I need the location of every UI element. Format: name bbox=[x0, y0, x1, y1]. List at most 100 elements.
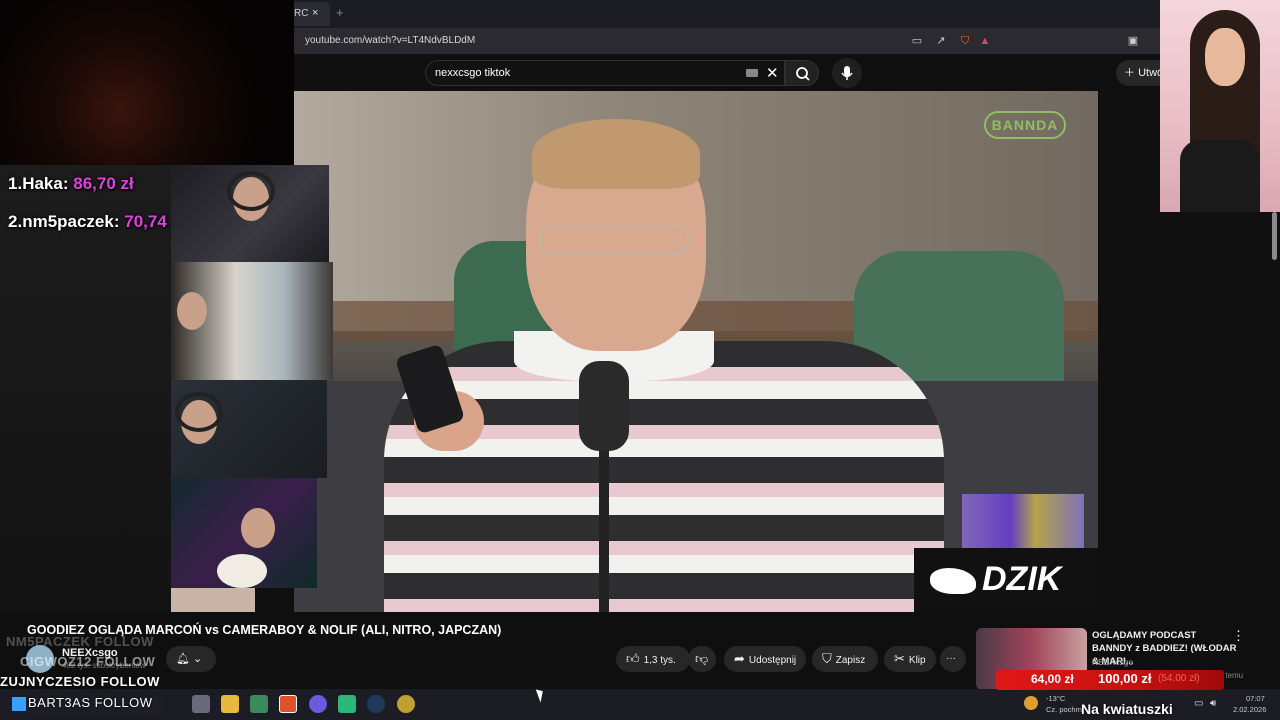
dog bbox=[217, 554, 267, 588]
save-button[interactable]: ⛉ Zapisz bbox=[812, 646, 878, 672]
search-query: nexxcsgo tiktok bbox=[435, 67, 511, 79]
headphones bbox=[175, 392, 223, 432]
chevron-down-icon: ⌄ bbox=[193, 653, 203, 665]
scissors-icon: ✂ bbox=[894, 651, 905, 666]
donation-amount: 100,00 zł bbox=[1098, 671, 1152, 686]
app-icon[interactable] bbox=[397, 695, 415, 713]
follow-alert: ZUJNYCZESIO FOLLOW bbox=[0, 674, 160, 689]
bell-icon: 🔔︎ bbox=[176, 653, 190, 665]
video-person-hair bbox=[532, 119, 700, 189]
tab-bar: RC × + bbox=[294, 0, 1160, 28]
video-microphone bbox=[579, 361, 629, 451]
donation-amount: (54.00 zł) bbox=[1158, 673, 1200, 684]
donation-amount: 64,00 zł bbox=[1031, 672, 1074, 686]
boar-icon bbox=[930, 568, 976, 594]
browser-tab[interactable]: RC × bbox=[294, 2, 330, 26]
brave-shield-icon[interactable]: ⛉ bbox=[958, 34, 972, 48]
windows-start-icon[interactable] bbox=[12, 697, 26, 711]
search-button[interactable] bbox=[785, 60, 819, 86]
tab-close-icon[interactable]: × bbox=[312, 7, 318, 19]
leader-amount: 86,70 zł bbox=[73, 174, 134, 193]
follow-alert: CIGWOZ12 FOLLOW bbox=[20, 654, 156, 669]
clock-time[interactable]: 07:07 bbox=[1246, 694, 1265, 703]
dislike-button[interactable]: 👎︎ bbox=[688, 646, 716, 672]
more-icon: ··· bbox=[946, 653, 956, 664]
video-person-shirt bbox=[384, 341, 944, 612]
video-person-glasses bbox=[539, 226, 689, 254]
clip-button[interactable]: ✂ Klip bbox=[884, 646, 936, 672]
follow-alert: BART3AS FOLLOW bbox=[28, 695, 153, 710]
steam-icon[interactable] bbox=[367, 695, 385, 713]
pixelated-overlay bbox=[962, 494, 1084, 548]
clip-label: Klip bbox=[908, 655, 926, 666]
more-actions-button[interactable]: ··· bbox=[940, 646, 966, 672]
leaderboard-entry-1: 1.Haka: 86,70 zł bbox=[8, 174, 134, 194]
tab-title: RC bbox=[294, 8, 309, 19]
save-label: Zapisz bbox=[835, 655, 866, 666]
follow-alert: NM5PACZEK FOLLOW bbox=[6, 634, 154, 649]
leader-rank: 2. bbox=[8, 212, 23, 231]
leader-name: nm5paczek: bbox=[22, 212, 120, 231]
guest-top bbox=[1180, 140, 1260, 212]
file-explorer-icon[interactable] bbox=[221, 695, 239, 713]
cast-icon[interactable]: ▭ bbox=[910, 34, 924, 48]
overlay-left-panel bbox=[0, 165, 171, 612]
like-button[interactable]: 👍︎ 1,3 tys. bbox=[616, 646, 690, 672]
leader-rank: 1. bbox=[8, 174, 23, 193]
donation-name: Na kwiatuszki bbox=[1081, 701, 1173, 717]
page-scrollbar[interactable] bbox=[1272, 212, 1277, 260]
share-icon[interactable]: ↗ bbox=[934, 34, 948, 48]
weather-icon[interactable] bbox=[1024, 696, 1038, 710]
streamer-webcam bbox=[0, 0, 294, 165]
voice-search-button[interactable] bbox=[832, 58, 862, 88]
recommended-more-icon[interactable]: ⋮ bbox=[1232, 628, 1245, 644]
like-count: 1,3 tys. bbox=[643, 655, 676, 666]
app-icon[interactable] bbox=[250, 695, 268, 713]
weather-temp: -13°C bbox=[1046, 694, 1066, 703]
participant-cam-1 bbox=[171, 165, 329, 262]
chat-app-icon[interactable] bbox=[338, 695, 356, 713]
sidebar-toggle-icon[interactable]: ▣ bbox=[1126, 34, 1140, 48]
participant-cam-4 bbox=[171, 478, 317, 588]
subscribe-bell-button[interactable]: 🔔︎ ⌄ bbox=[166, 646, 216, 672]
discord-icon[interactable] bbox=[309, 695, 327, 713]
weather-desc: Cz. pochm bbox=[1046, 705, 1082, 714]
dzik-sponsor-logo: DZIK bbox=[914, 548, 1098, 612]
leader-name: Haka: bbox=[22, 174, 69, 193]
video-player[interactable]: BANNDA DZIK bbox=[294, 91, 1098, 612]
participant-head bbox=[241, 508, 275, 548]
address-bar[interactable]: youtube.com/watch?v=LT4NdvBLDdM ▭ ↗ ⛉ ▲ … bbox=[294, 28, 1160, 54]
url-text[interactable]: youtube.com/watch?v=LT4NdvBLDdM bbox=[305, 35, 475, 46]
share-arrow-icon: ➦ bbox=[734, 651, 745, 666]
search-input[interactable]: nexxcsgo tiktok ✕ bbox=[425, 60, 785, 86]
share-label: Udostępnij bbox=[748, 655, 797, 666]
clear-search-icon[interactable]: ✕ bbox=[766, 64, 779, 82]
participant-cam-2 bbox=[171, 262, 333, 380]
recommended-video-channel[interactable]: NEEXcsgo bbox=[1092, 657, 1133, 667]
participant-cam-5 bbox=[171, 588, 255, 612]
plus-icon: ＋ bbox=[1124, 67, 1139, 79]
thumbs-up-icon: 👍︎ bbox=[626, 651, 640, 666]
volume-icon[interactable]: 🔊︎ bbox=[1210, 698, 1216, 709]
video-mic-stand bbox=[599, 441, 609, 612]
keyboard-icon[interactable] bbox=[746, 69, 758, 77]
clock-date[interactable]: 2.02.2026 bbox=[1233, 705, 1266, 714]
sponsor-text: DZIK bbox=[982, 560, 1062, 598]
brave-rewards-icon[interactable]: ▲ bbox=[978, 34, 992, 48]
screen: RC × + youtube.com/watch?v=LT4NdvBLDdM ▭… bbox=[0, 0, 1280, 720]
task-view-icon[interactable] bbox=[192, 695, 210, 713]
new-tab-icon[interactable]: + bbox=[336, 5, 344, 20]
search-icon bbox=[796, 67, 810, 81]
participant-head bbox=[177, 292, 207, 330]
thumbs-down-icon: 👎︎ bbox=[695, 651, 709, 666]
leaderboard-entry-2: 2.nm5paczek: 70,74 zł bbox=[8, 212, 185, 232]
guest-face bbox=[1205, 28, 1245, 86]
bookmark-icon: ⛉ bbox=[822, 651, 832, 666]
bannda-logo: BANNDA bbox=[984, 111, 1066, 139]
mic-icon bbox=[841, 66, 853, 80]
network-icon[interactable]: ▭ bbox=[1194, 698, 1203, 709]
participant-cam-3 bbox=[171, 380, 327, 478]
brave-browser-icon[interactable] bbox=[279, 695, 297, 713]
share-button[interactable]: ➦ Udostępnij bbox=[724, 646, 806, 672]
headphones bbox=[227, 171, 275, 211]
